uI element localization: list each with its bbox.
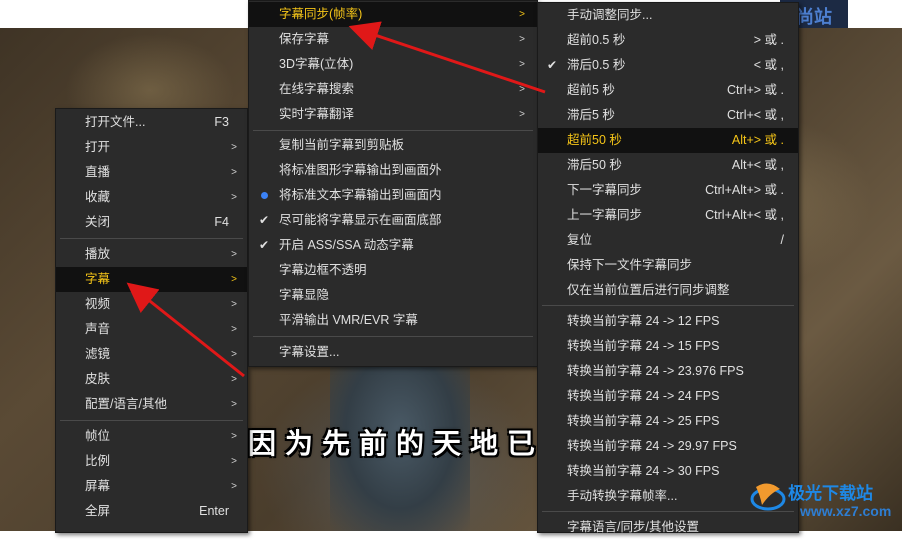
red-arrow-annotations xyxy=(126,21,546,378)
watermark-logo-icon xyxy=(750,483,786,511)
red-arrow-to-subtitle-menu xyxy=(126,282,245,378)
watermark-url: www.xz7.com xyxy=(800,503,892,519)
watermark-name: 极光下载站 xyxy=(788,484,873,503)
watermark: 极光下载站 www.xz7.com xyxy=(748,475,902,531)
red-arrow-to-sync-item xyxy=(348,21,546,94)
